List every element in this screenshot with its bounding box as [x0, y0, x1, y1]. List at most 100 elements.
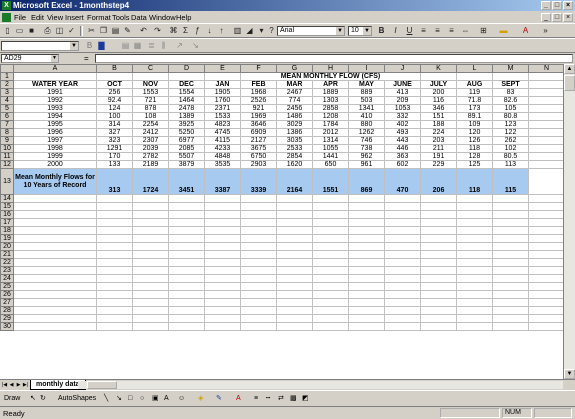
cell[interactable] — [348, 258, 385, 267]
flow-cell[interactable]: 224 — [420, 128, 457, 137]
cell[interactable] — [96, 72, 133, 81]
row-header[interactable]: 30 — [0, 322, 14, 331]
borders-icon[interactable]: ⊞ — [478, 26, 489, 36]
cell[interactable] — [384, 250, 421, 259]
flow-cell[interactable]: 346 — [420, 104, 457, 113]
column-header[interactable]: M — [492, 64, 529, 73]
arrow-style-icon[interactable]: ⇄ — [278, 394, 284, 403]
mean-value-cell[interactable]: 115 — [492, 168, 529, 195]
cell[interactable] — [96, 314, 133, 323]
oval-icon[interactable]: ○ — [140, 394, 144, 403]
year-cell[interactable]: 1995 — [13, 120, 97, 129]
font-name-select[interactable]: Arial ▼ — [277, 26, 345, 36]
cell[interactable] — [528, 168, 563, 195]
flow-cell[interactable]: 105 — [492, 104, 529, 113]
flow-cell[interactable]: 2467 — [276, 88, 313, 97]
first-sheet-icon[interactable]: |◀ — [1, 381, 8, 389]
cell[interactable] — [528, 266, 563, 275]
row-header[interactable]: 27 — [0, 298, 14, 307]
cell[interactable] — [240, 290, 277, 299]
cell[interactable] — [420, 314, 457, 323]
cell[interactable] — [204, 226, 241, 235]
cell[interactable] — [312, 314, 349, 323]
cell[interactable] — [96, 258, 133, 267]
header-cell[interactable]: JULY — [420, 80, 457, 89]
cell[interactable] — [168, 282, 205, 291]
flow-cell[interactable]: 229 — [420, 160, 457, 169]
cell[interactable] — [13, 234, 97, 243]
cell[interactable] — [492, 306, 529, 315]
cell[interactable] — [240, 258, 277, 267]
doc-restore-button[interactable]: □ — [552, 13, 562, 22]
flow-cell[interactable]: 2412 — [132, 128, 169, 137]
more-buttons-icon[interactable]: » — [540, 26, 551, 36]
row-header[interactable]: 3 — [0, 88, 14, 97]
flow-cell[interactable]: 921 — [240, 104, 277, 113]
cell[interactable] — [204, 266, 241, 275]
flow-cell[interactable]: 82.6 — [492, 96, 529, 105]
flow-cell[interactable]: 3035 — [276, 136, 313, 145]
mean-value-cell[interactable]: 869 — [348, 168, 385, 195]
flow-cell[interactable]: 2085 — [168, 144, 205, 153]
cell[interactable] — [492, 322, 529, 331]
column-header[interactable]: H — [312, 64, 349, 73]
cell[interactable] — [420, 290, 457, 299]
cell[interactable] — [276, 274, 313, 283]
cell[interactable] — [132, 298, 169, 307]
menu-file[interactable]: File — [14, 13, 26, 22]
sort-ascending-icon[interactable]: ↓ — [204, 26, 215, 36]
flow-cell[interactable]: 1760 — [204, 96, 241, 105]
flow-cell[interactable]: 151 — [420, 112, 457, 121]
flow-cell[interactable]: 1291 — [96, 144, 133, 153]
cell[interactable] — [204, 210, 241, 219]
cell[interactable] — [420, 194, 457, 203]
flow-cell[interactable]: 173 — [456, 104, 493, 113]
cell[interactable] — [420, 322, 457, 331]
row-header[interactable]: 26 — [0, 290, 14, 299]
flow-cell[interactable]: 503 — [348, 96, 385, 105]
cell[interactable] — [312, 210, 349, 219]
cell[interactable] — [96, 266, 133, 275]
cell[interactable] — [456, 234, 493, 243]
cell[interactable] — [132, 226, 169, 235]
cell[interactable] — [420, 218, 457, 227]
flow-cell[interactable]: 2039 — [132, 144, 169, 153]
cell[interactable] — [96, 322, 133, 331]
cell[interactable] — [13, 226, 97, 235]
year-cell[interactable]: 1999 — [13, 152, 97, 161]
cell[interactable] — [132, 274, 169, 283]
cell[interactable] — [312, 306, 349, 315]
flow-cell[interactable]: 738 — [348, 144, 385, 153]
cell[interactable] — [456, 290, 493, 299]
flow-cell[interactable]: 1968 — [240, 88, 277, 97]
print-icon[interactable]: ⎙ — [42, 26, 53, 36]
row-header[interactable]: 16 — [0, 210, 14, 219]
column-header[interactable]: E — [204, 64, 241, 73]
cell[interactable] — [240, 274, 277, 283]
cell[interactable] — [312, 282, 349, 291]
flow-cell[interactable]: 89.1 — [456, 112, 493, 121]
flow-cell[interactable]: 128 — [456, 152, 493, 161]
drawing-icon[interactable]: ◢ — [244, 26, 255, 36]
menu-data[interactable]: Data — [131, 13, 147, 22]
cell[interactable] — [276, 282, 313, 291]
header-cell[interactable]: JUNE — [384, 80, 421, 89]
cell[interactable] — [456, 202, 493, 211]
flow-cell[interactable]: 102 — [492, 144, 529, 153]
flow-cell[interactable]: 6909 — [240, 128, 277, 137]
cell[interactable] — [240, 282, 277, 291]
row-header[interactable]: 19 — [0, 234, 14, 243]
cell[interactable] — [204, 314, 241, 323]
cell[interactable] — [276, 250, 313, 259]
flow-cell[interactable]: 5507 — [168, 152, 205, 161]
cell[interactable] — [168, 202, 205, 211]
equals-icon[interactable]: = — [84, 54, 89, 63]
flow-cell[interactable]: 2478 — [168, 104, 205, 113]
cell[interactable] — [348, 266, 385, 275]
cell[interactable] — [528, 322, 563, 331]
flow-cell[interactable]: 1303 — [312, 96, 349, 105]
angle-text-down-icon[interactable]: ↘ — [190, 41, 201, 51]
flow-cell[interactable]: 123 — [492, 120, 529, 129]
flow-cell[interactable]: 2858 — [312, 104, 349, 113]
cell[interactable] — [312, 274, 349, 283]
